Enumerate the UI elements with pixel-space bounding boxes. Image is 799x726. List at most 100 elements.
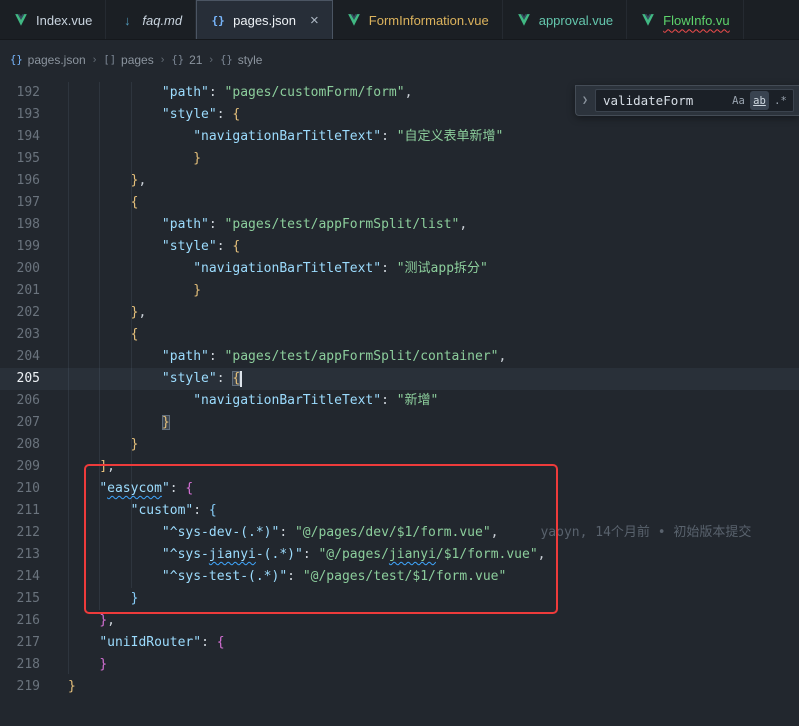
line-number[interactable]: 196 (0, 170, 40, 192)
line-number[interactable]: 205 (0, 368, 40, 390)
line-number[interactable]: 201 (0, 280, 40, 302)
tab-pages-json[interactable]: {}pages.json× (196, 0, 333, 40)
code-line-207[interactable]: 207 } (0, 412, 799, 434)
breadcrumb-item-pages[interactable]: []pages (103, 53, 153, 67)
code-line-196[interactable]: 196 }, (0, 170, 799, 192)
line-number[interactable]: 209 (0, 456, 40, 478)
find-input[interactable]: validateForm Aa ab .* (595, 89, 794, 112)
line-number[interactable]: 215 (0, 588, 40, 610)
line-number[interactable]: 193 (0, 104, 40, 126)
token: : (381, 129, 397, 144)
match-case-button[interactable]: Aa (729, 91, 748, 110)
token: { (217, 635, 225, 650)
tab-forminformation-vue[interactable]: FormInformation.vue (333, 0, 503, 40)
line-number[interactable]: 219 (0, 676, 40, 698)
code-line-215[interactable]: 215 } (0, 588, 799, 610)
token: " (99, 481, 107, 496)
token (68, 657, 99, 672)
token: , (138, 173, 146, 188)
line-number[interactable]: 199 (0, 236, 40, 258)
code-line-213[interactable]: 213 "^sys-jianyi-(.*)": "@/pages/jianyi/… (0, 544, 799, 566)
code-line-210[interactable]: 210 "easycom": { (0, 478, 799, 500)
token: } (68, 679, 76, 694)
code-line-217[interactable]: 217 "uniIdRouter": { (0, 632, 799, 654)
line-number[interactable]: 212 (0, 522, 40, 544)
code-line-219[interactable]: 219} (0, 676, 799, 698)
line-number[interactable]: 194 (0, 126, 40, 148)
token: { (131, 327, 139, 342)
code-line-214[interactable]: 214 "^sys-test-(.*)": "@/pages/test/$1/f… (0, 566, 799, 588)
token: "自定义表单新增" (397, 129, 504, 144)
code-line-text: "^sys-dev-(.*)": "@/pages/dev/$1/form.vu… (68, 522, 751, 544)
line-number[interactable]: 217 (0, 632, 40, 654)
token: "navigationBarTitleText" (193, 129, 381, 144)
code-line-194[interactable]: 194 "navigationBarTitleText": "自定义表单新增" (0, 126, 799, 148)
line-number[interactable]: 198 (0, 214, 40, 236)
code-line-195[interactable]: 195 } (0, 148, 799, 170)
object-symbol-icon: {} (171, 54, 184, 66)
token (68, 393, 193, 408)
regex-button[interactable]: .* (771, 91, 790, 110)
code-line-209[interactable]: 209 ], (0, 456, 799, 478)
token: "pages/test/appFormSplit/container" (225, 349, 499, 364)
line-number[interactable]: 200 (0, 258, 40, 280)
breadcrumb-item-style[interactable]: {}style (220, 53, 262, 67)
line-number[interactable]: 214 (0, 566, 40, 588)
token: : (303, 547, 319, 562)
token: } (131, 591, 139, 606)
line-number[interactable]: 197 (0, 192, 40, 214)
vue-icon (640, 14, 656, 27)
line-number[interactable]: 211 (0, 500, 40, 522)
json-braces-icon: {} (210, 14, 226, 27)
code-line-204[interactable]: 204 "path": "pages/test/appFormSplit/con… (0, 346, 799, 368)
code-line-206[interactable]: 206 "navigationBarTitleText": "新增" (0, 390, 799, 412)
tab-flowinfo-vu[interactable]: FlowInfo.vu (627, 0, 743, 40)
token: : (209, 85, 225, 100)
code-line-199[interactable]: 199 "style": { (0, 236, 799, 258)
line-number[interactable]: 210 (0, 478, 40, 500)
whole-word-button[interactable]: ab (750, 91, 769, 110)
code-line-218[interactable]: 218 } (0, 654, 799, 676)
find-widget[interactable]: ❯ validateForm Aa ab .* (575, 85, 799, 116)
tab-index-vue[interactable]: Index.vue (0, 0, 106, 40)
line-number[interactable]: 204 (0, 346, 40, 368)
code-line-216[interactable]: 216 }, (0, 610, 799, 632)
line-number[interactable]: 202 (0, 302, 40, 324)
code-line-205[interactable]: 205 "style": { (0, 368, 799, 390)
code-line-211[interactable]: 211 "custom": { (0, 500, 799, 522)
code-line-197[interactable]: 197 { (0, 192, 799, 214)
code-line-198[interactable]: 198 "path": "pages/test/appFormSplit/lis… (0, 214, 799, 236)
code-lines: 192 "path": "pages/customForm/form",193 … (0, 80, 799, 698)
breadcrumb-item-pages-json[interactable]: {}pages.json (10, 53, 86, 67)
line-number[interactable]: 208 (0, 434, 40, 456)
token: { (232, 371, 240, 386)
chevron-right-icon[interactable]: ❯ (579, 95, 591, 106)
code-editor[interactable]: 192 "path": "pages/customForm/form",193 … (0, 80, 799, 726)
tab-faq-md[interactable]: ↓faq.md (106, 0, 196, 40)
code-line-text: { (68, 324, 138, 346)
line-number[interactable]: 216 (0, 610, 40, 632)
breadcrumb-item-21[interactable]: {}21 (171, 53, 202, 67)
line-number[interactable]: 213 (0, 544, 40, 566)
code-line-212[interactable]: 212 "^sys-dev-(.*)": "@/pages/dev/$1/for… (0, 522, 799, 544)
token: { (185, 481, 193, 496)
code-line-202[interactable]: 202 }, (0, 302, 799, 324)
token: "@/pages/ (318, 547, 388, 562)
close-icon[interactable]: × (310, 13, 319, 28)
line-number[interactable]: 203 (0, 324, 40, 346)
token: } (193, 151, 201, 166)
vue-icon (13, 14, 29, 27)
code-line-201[interactable]: 201 } (0, 280, 799, 302)
line-number[interactable]: 207 (0, 412, 40, 434)
code-line-text: } (68, 588, 138, 610)
line-number[interactable]: 206 (0, 390, 40, 412)
line-number[interactable]: 195 (0, 148, 40, 170)
code-line-200[interactable]: 200 "navigationBarTitleText": "测试app拆分" (0, 258, 799, 280)
line-number[interactable]: 192 (0, 82, 40, 104)
breadcrumb-separator: › (161, 54, 165, 66)
code-line-203[interactable]: 203 { (0, 324, 799, 346)
line-number[interactable]: 218 (0, 654, 40, 676)
code-line-208[interactable]: 208 } (0, 434, 799, 456)
tab-approval-vue[interactable]: approval.vue (503, 0, 627, 40)
token: "新增" (397, 393, 439, 408)
